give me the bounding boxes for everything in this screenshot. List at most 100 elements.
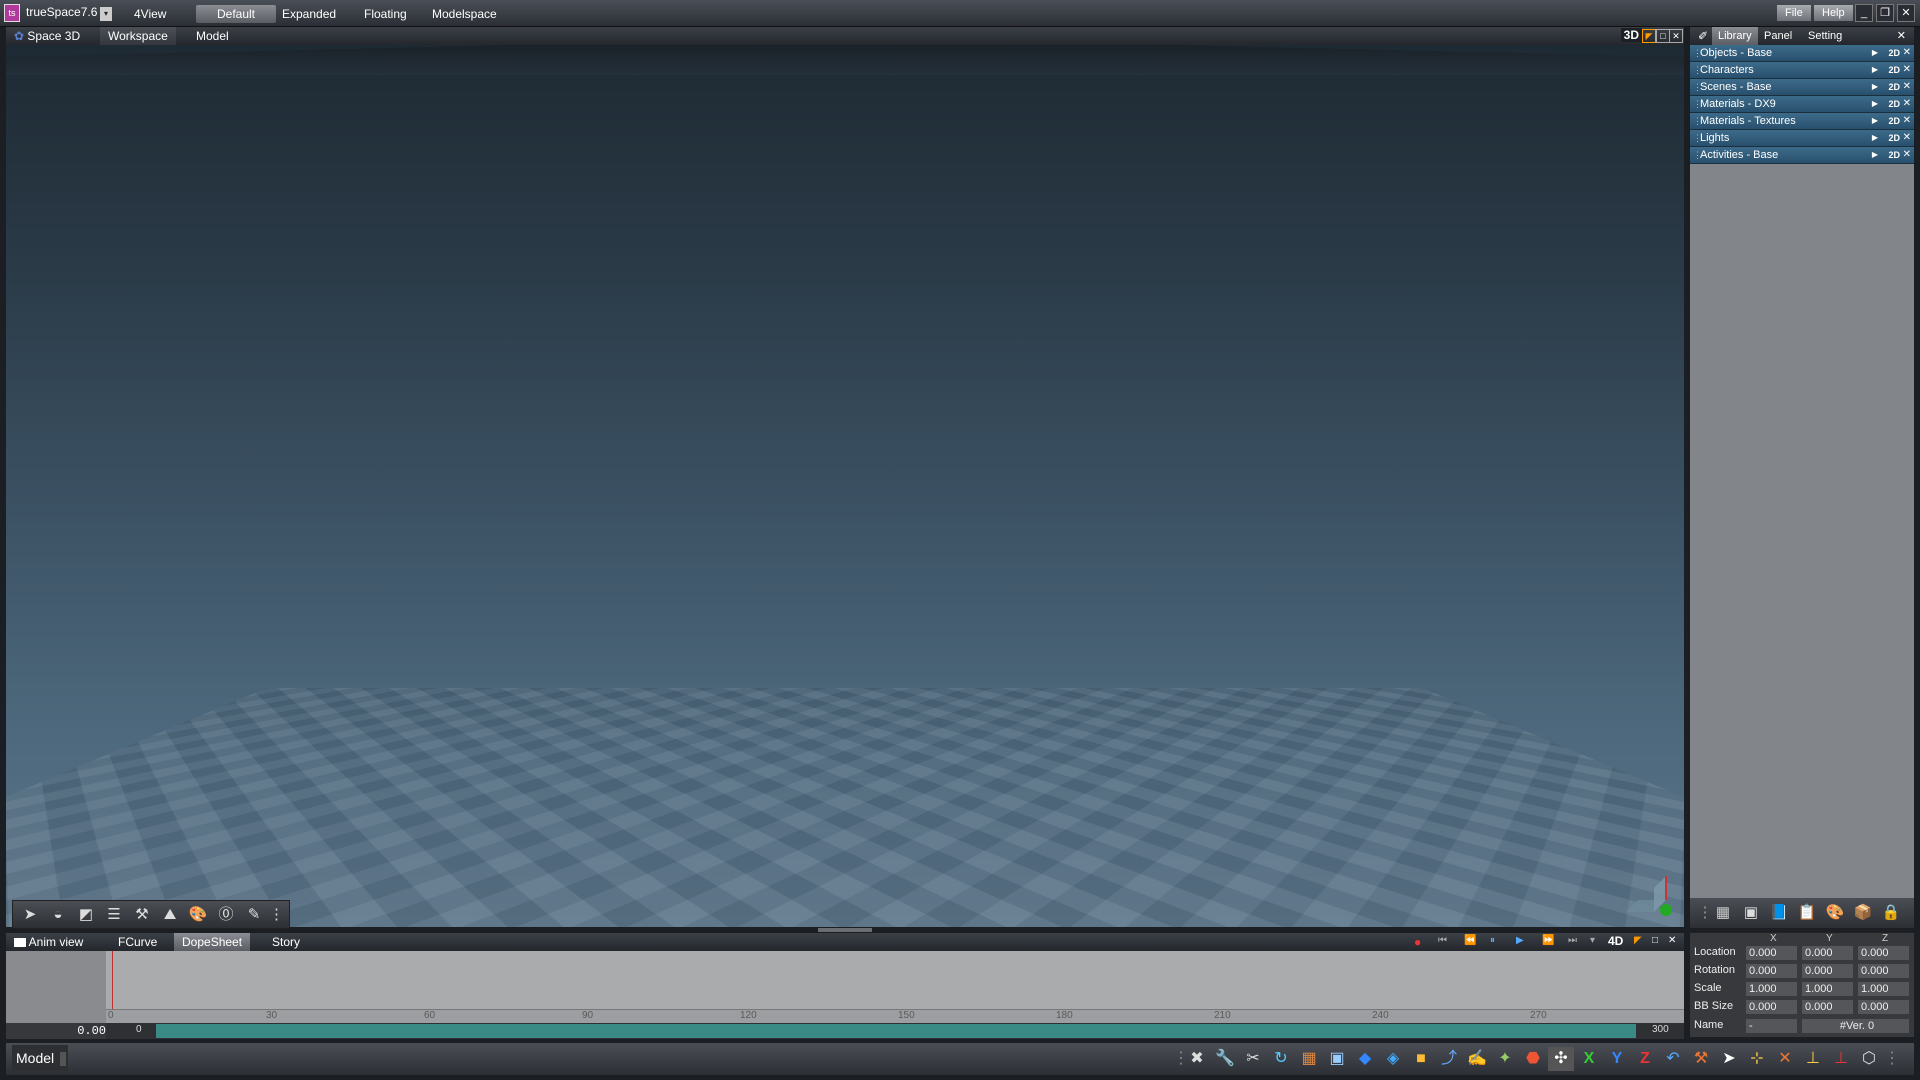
viewport-3d-badge[interactable]: 3D <box>1620 28 1642 42</box>
close-item-icon[interactable]: ✕ <box>1903 96 1911 112</box>
library-item[interactable]: ⋮ Lights ▶ 2D ✕ <box>1690 130 1914 147</box>
point-edit-icon[interactable]: ◩ <box>75 904 97 926</box>
2d-badge[interactable]: 2D <box>1888 62 1900 78</box>
play-icon[interactable]: ▶ <box>1516 935 1524 946</box>
scale-x-field[interactable]: 1.000 <box>1746 982 1797 996</box>
close-item-icon[interactable]: ✕ <box>1903 79 1911 95</box>
cube-cyan-icon[interactable]: ◈ <box>1380 1047 1406 1071</box>
current-time-field[interactable]: 0.00 <box>6 1023 106 1039</box>
2d-badge[interactable]: 2D <box>1888 96 1900 112</box>
scissors-icon[interactable]: ✂ <box>1240 1047 1266 1071</box>
2d-badge[interactable]: 2D <box>1888 147 1900 163</box>
axis-move-icon[interactable]: ✣ <box>1548 1047 1574 1071</box>
scale-z-field[interactable]: 1.000 <box>1858 982 1909 996</box>
app-menu-dropdown-icon[interactable]: ▾ <box>100 7 112 21</box>
tab-workspace[interactable]: Workspace <box>100 27 176 45</box>
material-palette-icon[interactable]: 🎨 <box>1824 902 1846 924</box>
ring-icon[interactable]: ⓪ <box>215 904 237 926</box>
2d-badge[interactable]: 2D <box>1888 45 1900 61</box>
location-x-field[interactable]: 0.000 <box>1746 946 1797 960</box>
wrench-icon[interactable]: 🔧 <box>1212 1047 1238 1071</box>
brush-icon[interactable]: ✍ <box>1464 1047 1490 1071</box>
maximize-viewport-icon[interactable]: □ <box>1656 29 1670 43</box>
location-z-field[interactable]: 0.000 <box>1858 946 1909 960</box>
layout-tab-modelspace[interactable]: Modelspace <box>422 5 507 23</box>
pivot-icon[interactable]: ⊹ <box>1744 1047 1770 1071</box>
tab-model[interactable]: Model <box>188 27 237 45</box>
magic-wand-icon[interactable]: ✦ <box>1492 1047 1518 1071</box>
layout-tab-default[interactable]: Default <box>196 5 276 23</box>
x-axis-icon[interactable]: X <box>1576 1047 1602 1071</box>
pick-color-icon[interactable]: ✎ <box>243 904 265 926</box>
grid-paint-icon[interactable]: ▦ <box>1296 1047 1322 1071</box>
tab-setting[interactable]: Setting <box>1802 27 1848 45</box>
space-3d-label[interactable]: ✿ Space 3D <box>6 27 88 45</box>
library-item[interactable]: ⋮ Characters ▶ 2D ✕ <box>1690 62 1914 79</box>
package-icon[interactable]: 📦 <box>1852 902 1874 924</box>
stop-sign-icon[interactable]: ⬣ <box>1520 1047 1546 1071</box>
record-icon[interactable]: ● <box>1414 935 1421 949</box>
y-axis-icon[interactable]: Y <box>1604 1047 1630 1071</box>
playback-options-icon[interactable]: ▾ <box>1590 935 1595 946</box>
rewind-icon[interactable]: ⏪ <box>1464 935 1476 946</box>
pin-icon[interactable]: ◤ <box>1642 29 1656 43</box>
close-item-icon[interactable]: ✕ <box>1903 130 1911 146</box>
app-icon[interactable]: ts <box>4 4 20 22</box>
layout-tab-expanded[interactable]: Expanded <box>272 5 346 23</box>
bounding-box-icon[interactable]: ⬡ <box>1856 1047 1882 1071</box>
library-item[interactable]: ⋮ Activities - Base ▶ 2D ✕ <box>1690 147 1914 164</box>
expand-arrow-icon[interactable]: ▶ <box>1872 113 1878 129</box>
rotate-icon[interactable]: ↻ <box>1268 1047 1294 1071</box>
anim-pin-icon[interactable]: ◤ <box>1634 935 1642 946</box>
go-start-icon[interactable]: ⏮ <box>1438 935 1447 946</box>
transform-icon[interactable]: ⊥ <box>1828 1047 1854 1071</box>
deform-icon[interactable]: ⚒ <box>131 904 153 926</box>
gizmo-icon[interactable]: ✕ <box>1772 1047 1798 1071</box>
mode-field[interactable]: Model <box>12 1045 68 1071</box>
cube-blue-icon[interactable]: ◆ <box>1352 1047 1378 1071</box>
expand-arrow-icon[interactable]: ▶ <box>1872 130 1878 146</box>
tab-library[interactable]: Library <box>1712 27 1758 45</box>
close-item-icon[interactable]: ✕ <box>1903 62 1911 78</box>
layout-tab-4view[interactable]: 4View <box>124 5 176 23</box>
bbsize-y-field[interactable]: 0.000 <box>1802 1000 1853 1014</box>
close-anim-icon[interactable]: ✕ <box>1668 935 1676 946</box>
anim-view-title[interactable]: Anim view <box>6 933 91 951</box>
file-menu[interactable]: File <box>1777 5 1811 21</box>
clipboard-icon[interactable]: 📋 <box>1796 902 1818 924</box>
grid-view-icon[interactable]: ▦ <box>1712 902 1734 924</box>
paint-palette-icon[interactable]: 🎨 <box>187 904 209 926</box>
tools-icon[interactable]: ⚒ <box>1688 1047 1714 1071</box>
bbsize-z-field[interactable]: 0.000 <box>1858 1000 1909 1014</box>
library-item[interactable]: ⋮ Scenes - Base ▶ 2D ✕ <box>1690 79 1914 96</box>
close-library-icon[interactable]: ✕ <box>1891 27 1912 45</box>
3d-viewport[interactable] <box>6 45 1684 927</box>
bbsize-x-field[interactable]: 0.000 <box>1746 1000 1797 1014</box>
crossed-tools-icon[interactable]: ✖ <box>1184 1047 1210 1071</box>
scale-y-field[interactable]: 1.000 <box>1802 982 1853 996</box>
2d-badge[interactable]: 2D <box>1888 79 1900 95</box>
expand-arrow-icon[interactable]: ▶ <box>1872 45 1878 61</box>
console-icon[interactable]: ▣ <box>1740 902 1762 924</box>
bend-icon[interactable]: ⤴ <box>1436 1047 1462 1071</box>
help-menu[interactable]: Help <box>1814 5 1853 21</box>
tab-story[interactable]: Story <box>264 933 308 951</box>
select-arrow-icon[interactable]: ➤ <box>19 904 41 926</box>
z-axis-icon[interactable]: Z <box>1632 1047 1658 1071</box>
terrain-icon[interactable]: ⛰ <box>159 904 181 926</box>
library-item[interactable]: ⋮ Materials - Textures ▶ 2D ✕ <box>1690 113 1914 130</box>
fast-forward-icon[interactable]: ⏩ <box>1542 935 1554 946</box>
go-end-icon[interactable]: ⏭ <box>1568 935 1577 946</box>
expand-arrow-icon[interactable]: ▶ <box>1872 62 1878 78</box>
navigation-cube-icon[interactable] <box>1620 868 1672 920</box>
library-item[interactable]: ⋮ Materials - DX9 ▶ 2D ✕ <box>1690 96 1914 113</box>
frame-icon[interactable]: ▣ <box>1324 1047 1350 1071</box>
time-ruler[interactable]: 0 30 60 90 120 150 180 210 240 270 <box>106 1009 1684 1024</box>
name-field[interactable]: - <box>1746 1019 1797 1033</box>
lock-icon[interactable]: 🔒 <box>1880 902 1902 924</box>
pause-icon[interactable]: ⏸ <box>1490 935 1495 946</box>
expand-arrow-icon[interactable]: ▶ <box>1872 96 1878 112</box>
close-item-icon[interactable]: ✕ <box>1903 113 1911 129</box>
status-expander-icon[interactable]: ⋮ <box>1884 1047 1900 1071</box>
maximize-anim-icon[interactable]: □ <box>1652 935 1658 946</box>
